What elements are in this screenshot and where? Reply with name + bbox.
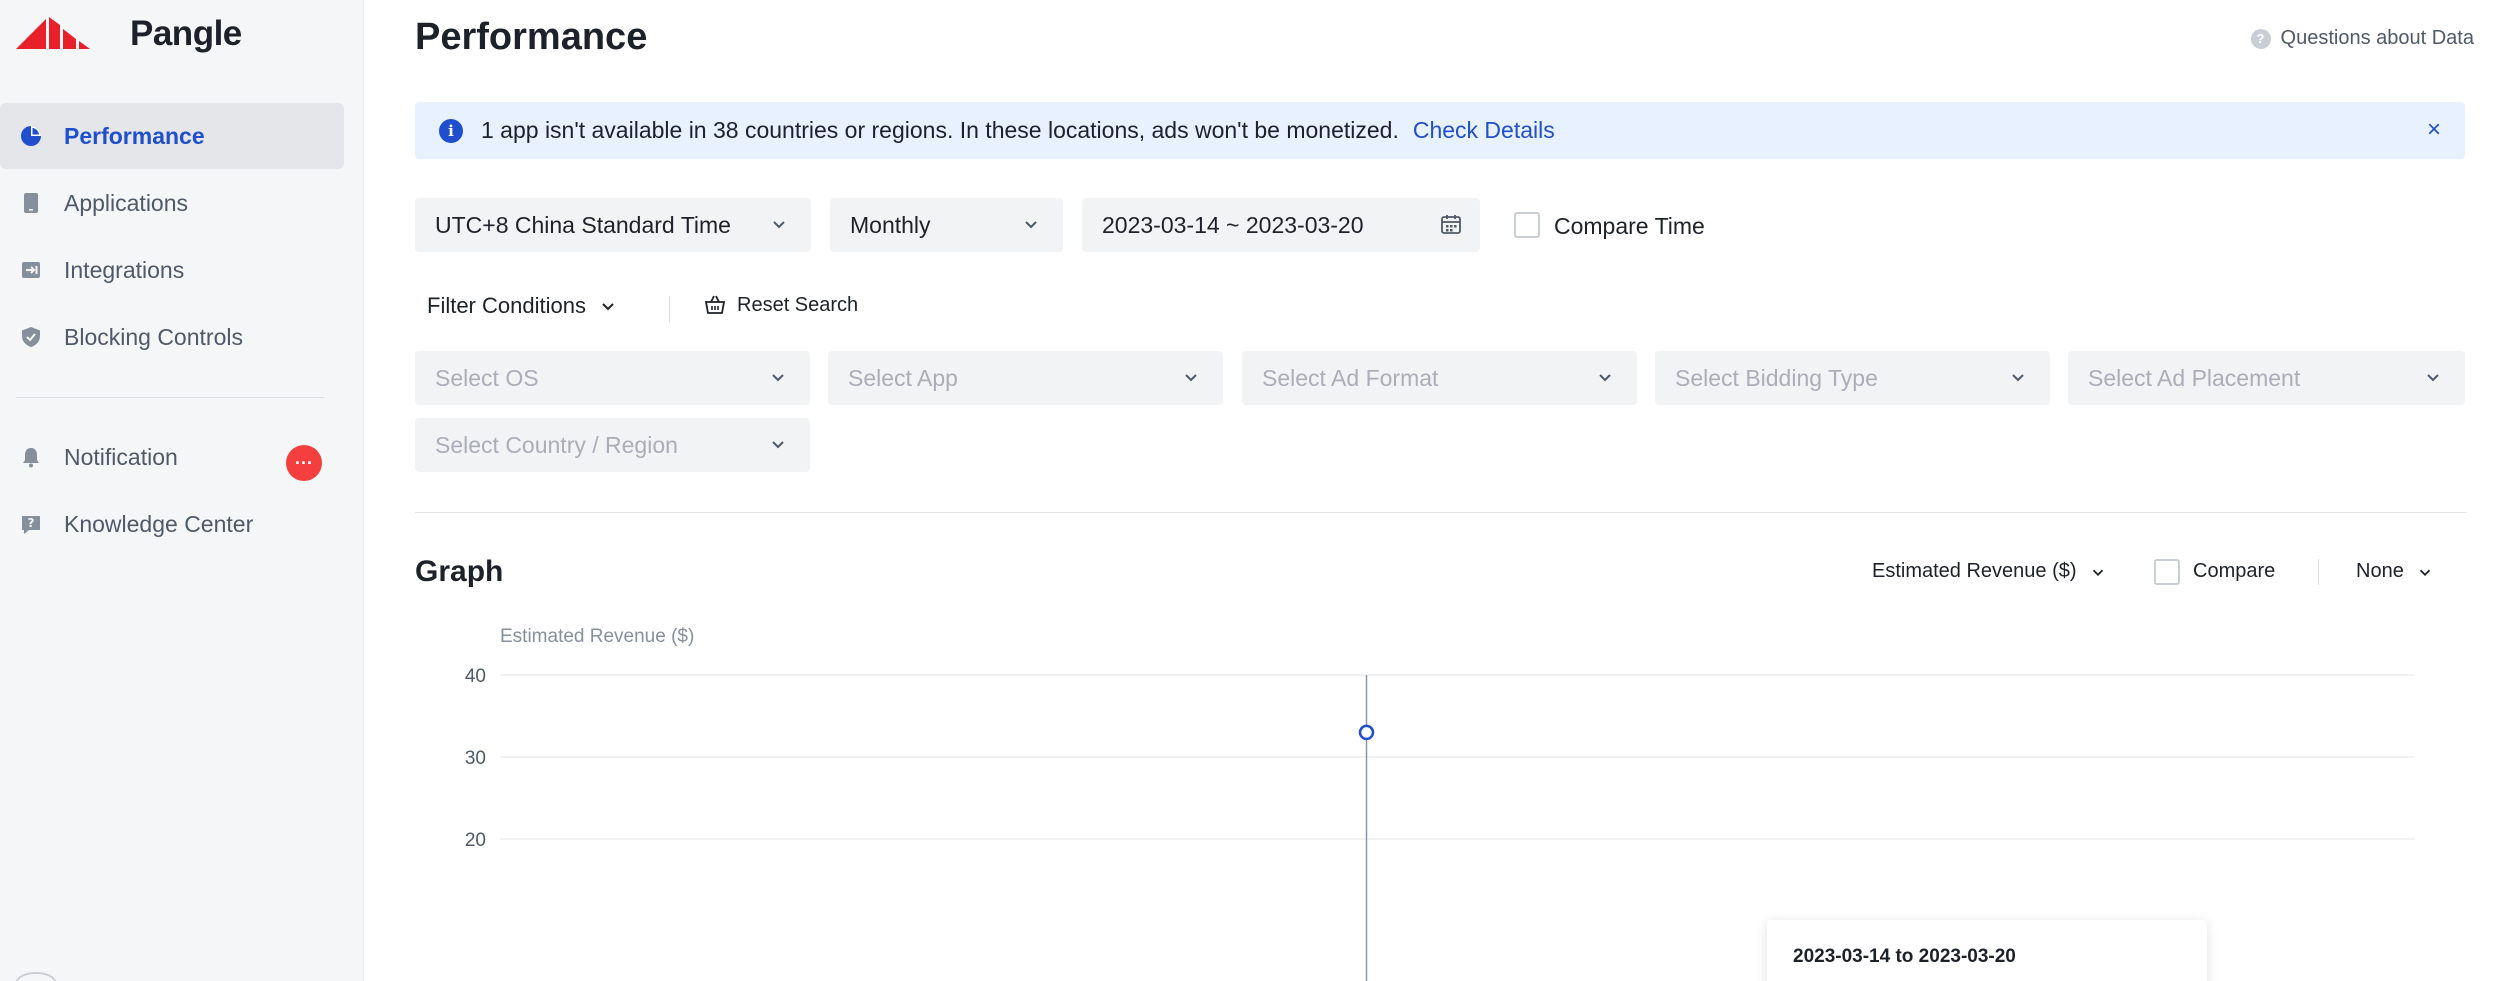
chevron-down-icon — [2427, 374, 2439, 382]
country-region-select[interactable]: Select Country / Region — [415, 418, 810, 472]
section-divider — [415, 512, 2467, 513]
bell-icon — [18, 444, 44, 470]
compare-label: Compare — [2193, 560, 2276, 582]
help-link-label: Questions about Data — [2280, 27, 2474, 49]
pie-chart-icon — [18, 123, 44, 149]
help-circle-icon: ? — [2250, 28, 2271, 49]
chevron-down-icon — [772, 441, 784, 449]
filter-conditions-toggle[interactable]: Filter Conditions — [427, 293, 618, 319]
chevron-down-icon — [2419, 569, 2430, 576]
chevron-down-icon — [772, 374, 784, 382]
app-placeholder: Select App — [848, 364, 958, 391]
sidebar-item-label: Applications — [64, 189, 189, 216]
data-point — [1358, 724, 1375, 741]
pangle-logo-icon — [16, 17, 90, 49]
ad-placement-select[interactable]: Select Ad Placement — [2068, 351, 2465, 405]
chevron-down-icon — [602, 303, 614, 311]
date-range-picker[interactable]: 2023-03-14 ~ 2023-03-20 — [1082, 198, 1480, 252]
reset-search-label: Reset Search — [737, 293, 859, 316]
close-icon[interactable]: × — [2427, 116, 2441, 144]
filter-conditions-label: Filter Conditions — [427, 293, 586, 318]
shield-icon — [18, 324, 44, 350]
brand-name: Pangle — [130, 14, 242, 53]
compare-checkbox[interactable] — [2154, 559, 2180, 585]
date-range-value: 2023-03-14 ~ 2023-03-20 — [1102, 211, 1364, 238]
main-content: Performance ? Questions about Data i 1 a… — [365, 0, 2504, 981]
chevron-down-icon — [1025, 221, 1037, 229]
breakdown-dropdown[interactable]: None — [2356, 560, 2434, 583]
user-avatar[interactable] — [16, 972, 56, 981]
chevron-down-icon — [2012, 374, 2024, 382]
metric-value: Estimated Revenue ($) — [1872, 560, 2077, 582]
calendar-icon — [1441, 215, 1461, 234]
page-title: Performance — [415, 16, 648, 58]
banner-message: 1 app isn't available in 38 countries or… — [481, 117, 1399, 143]
timezone-value: UTC+8 China Standard Time — [435, 211, 731, 238]
graph-toolbar-separator — [2318, 559, 2319, 585]
phone-icon — [18, 190, 44, 216]
y-tick-label: 30 — [465, 748, 486, 769]
integration-icon — [18, 257, 44, 283]
compare-time-label: Compare Time — [1554, 213, 1705, 239]
basket-icon — [704, 295, 726, 314]
compare-time-checkbox[interactable] — [1514, 212, 1540, 238]
bidding-type-placeholder: Select Bidding Type — [1675, 364, 1878, 391]
reset-search-button[interactable]: Reset Search — [703, 293, 858, 317]
question-icon: ? — [18, 511, 44, 537]
sidebar-item-label: Blocking Controls — [64, 323, 243, 350]
svg-text:?: ? — [28, 516, 35, 530]
sidebar-item-applications[interactable]: Applications — [0, 170, 344, 236]
filter-separator — [669, 296, 670, 322]
period-select[interactable]: Monthly — [830, 198, 1063, 252]
app-select[interactable]: Select App — [828, 351, 1223, 405]
y-tick-label: 40 — [465, 666, 486, 687]
sidebar: Pangle Performance Applications Integrat… — [0, 0, 364, 981]
sidebar-item-label: Knowledge Center — [64, 510, 254, 537]
notification-badge: ··· — [286, 445, 322, 481]
y-tick-label: 20 — [465, 830, 486, 851]
period-value: Monthly — [850, 211, 931, 238]
sidebar-item-label: Notification — [64, 443, 178, 470]
ad-placement-placeholder: Select Ad Placement — [2088, 364, 2301, 391]
metric-dropdown[interactable]: Estimated Revenue ($) — [1872, 560, 2107, 583]
pangle-logo[interactable]: Pangle — [16, 14, 242, 54]
info-banner: i 1 app isn't available in 38 countries … — [415, 102, 2465, 159]
os-select[interactable]: Select OS — [415, 351, 810, 405]
timezone-select[interactable]: UTC+8 China Standard Time — [415, 198, 811, 252]
breakdown-value: None — [2356, 560, 2404, 582]
sidebar-item-label: Integrations — [64, 256, 185, 283]
sidebar-item-label: Performance — [64, 122, 205, 149]
graph-title: Graph — [415, 555, 504, 588]
sidebar-divider — [16, 397, 324, 398]
sidebar-item-knowledge-center[interactable]: ? Knowledge Center — [0, 491, 344, 557]
ad-format-placeholder: Select Ad Format — [1262, 364, 1439, 391]
sidebar-item-integrations[interactable]: Integrations — [0, 237, 344, 303]
chevron-down-icon — [2092, 569, 2103, 576]
info-icon: i — [439, 118, 463, 143]
chevron-down-icon — [1185, 374, 1197, 382]
sidebar-item-performance[interactable]: Performance — [0, 103, 344, 169]
chart-tooltip: 2023-03-14 to 2023-03-20 — [1767, 920, 2207, 981]
os-placeholder: Select OS — [435, 364, 539, 391]
country-region-placeholder: Select Country / Region — [435, 431, 678, 458]
check-details-link[interactable]: Check Details — [1413, 117, 1555, 144]
questions-about-data-link[interactable]: ? Questions about Data — [2250, 27, 2474, 50]
chevron-down-icon — [1599, 374, 1611, 382]
bidding-type-select[interactable]: Select Bidding Type — [1655, 351, 2050, 405]
y-axis-label: Estimated Revenue ($) — [500, 626, 694, 647]
ad-format-select[interactable]: Select Ad Format — [1242, 351, 1637, 405]
sidebar-item-notification[interactable]: Notification ··· — [0, 424, 344, 490]
chevron-down-icon — [773, 221, 785, 229]
tooltip-title: 2023-03-14 to 2023-03-20 — [1793, 946, 2016, 967]
sidebar-item-blocking-controls[interactable]: Blocking Controls — [0, 304, 344, 370]
